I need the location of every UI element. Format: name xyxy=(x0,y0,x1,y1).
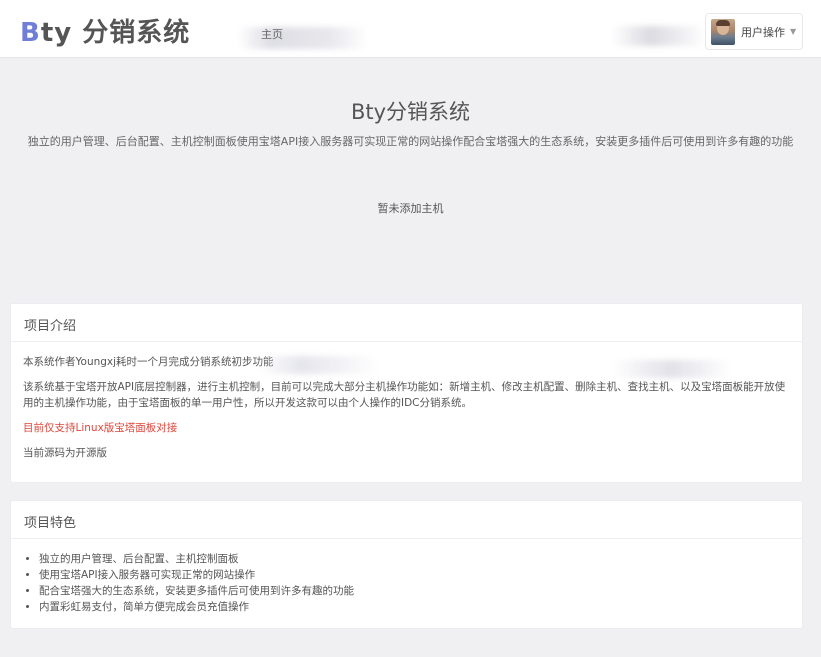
blurred-region xyxy=(238,27,368,49)
support-notice: 目前仅支持Linux版宝塔面板对接 xyxy=(23,422,178,434)
list-item: 独立的用户管理、后台配置、主机控制面板 xyxy=(39,551,802,567)
user-avatar xyxy=(711,18,735,45)
list-item: 使用宝塔API接入服务器可实现正常的网站操作 xyxy=(39,567,802,583)
page-subtitle: 独立的用户管理、后台配置、主机控制面板使用宝塔API接入服务器可实现正常的网站操… xyxy=(27,135,794,148)
list-item: 内置彩虹易支付，简单方便完成会员充值操作 xyxy=(39,599,802,615)
brand-logo-initial: B xyxy=(20,18,41,48)
blurred-region xyxy=(259,356,379,374)
list-item: 配合宝塔强大的生态系统，安装更多插件后可使用到许多有趣的功能 xyxy=(39,583,802,599)
page-title: Bty分销系统 xyxy=(350,100,471,124)
blurred-region xyxy=(612,26,707,46)
user-menu-dropdown[interactable]: 用户操作 ▼ xyxy=(705,13,803,50)
empty-hosts-message: 暂未添加主机 xyxy=(377,202,444,215)
blurred-region xyxy=(611,360,731,378)
card-title: 项目特色 xyxy=(11,501,802,539)
intro-paragraph: 当前源码为开源版 xyxy=(23,447,107,459)
nav-link-home[interactable]: 主页 xyxy=(261,26,283,42)
project-intro-card: 项目介绍 本系统作者Youngxj耗时一个月完成分销系统初步功能 该系统基于宝塔… xyxy=(10,303,803,483)
user-menu-label: 用户操作 xyxy=(741,25,785,39)
brand-logo[interactable]: Bty 分销系统 xyxy=(20,12,190,49)
project-features-card: 项目特色 独立的用户管理、后台配置、主机控制面板 使用宝塔API接入服务器可实现… xyxy=(10,500,803,629)
chevron-down-icon: ▼ xyxy=(790,27,797,36)
feature-list: 独立的用户管理、后台配置、主机控制面板 使用宝塔API接入服务器可实现正常的网站… xyxy=(11,539,802,615)
intro-paragraph: 该系统基于宝塔开放API底层控制器，进行主机控制，目前可以完成大部分主机操作功能… xyxy=(23,381,786,409)
card-title: 项目介绍 xyxy=(11,304,802,342)
top-navbar: Bty 分销系统 主页 用户操作 ▼ xyxy=(0,0,821,58)
brand-logo-text: ty 分销系统 xyxy=(40,18,191,48)
